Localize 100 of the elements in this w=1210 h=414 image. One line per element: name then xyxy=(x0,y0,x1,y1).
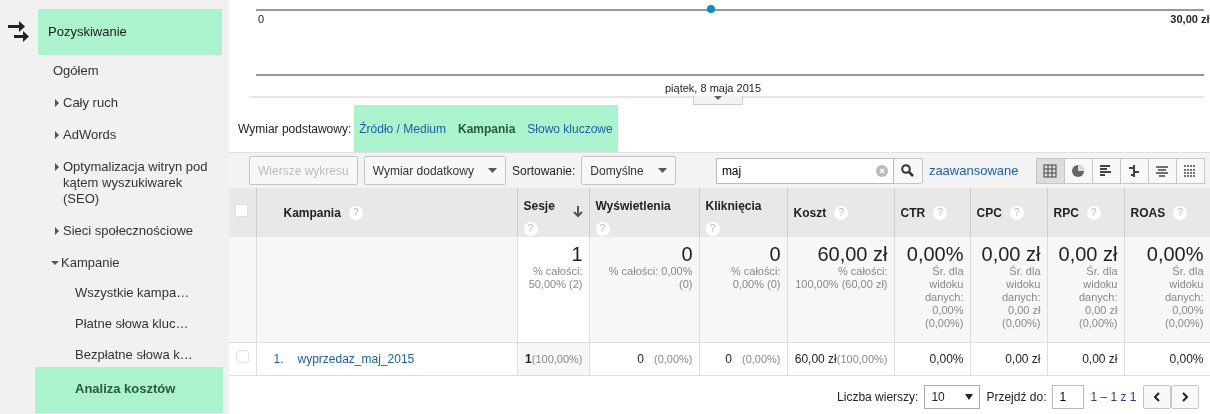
column-header-cell[interactable]: CTR ? xyxy=(894,188,970,237)
sidebar-item[interactable]: Ogółem xyxy=(0,63,229,79)
row-checkbox[interactable] xyxy=(235,349,249,363)
column-header-cell[interactable]: Kampania ? xyxy=(256,188,517,237)
dimension-option[interactable]: Źródło / Medium xyxy=(359,119,446,138)
total-note: % całości: 0,00% (0) xyxy=(607,265,693,291)
rows-dropdown[interactable]: 10 xyxy=(924,384,981,409)
select-all-checkbox[interactable] xyxy=(235,203,248,217)
total-value: 0,00 zł xyxy=(980,243,1041,265)
total-note: % całości: 0,00% (0) xyxy=(729,265,781,291)
column-header-cell[interactable]: Sesje ? xyxy=(517,188,589,237)
sidebar-item[interactable]: Bezpłatne słowa k… xyxy=(35,347,223,363)
column-header: Kliknięcia xyxy=(705,199,762,213)
axis-label: 0 xyxy=(258,12,265,27)
goto-label: Przejdź do: xyxy=(986,388,1047,406)
total-value: 0 xyxy=(768,243,781,265)
pie-view-icon xyxy=(1071,163,1085,178)
total-note: Śr. dla widoku danych: 0,00 zł (0,00%) xyxy=(1000,265,1041,330)
total-note: Śr. dla widoku danych: 0,00% (0,00%) xyxy=(1163,265,1204,330)
total-note: % całości: 50,00% (2) xyxy=(527,265,583,291)
column-header: Koszt xyxy=(793,204,827,222)
table-cell: 0,00% xyxy=(929,351,964,366)
table-cell: 0,00% xyxy=(1169,351,1204,366)
sidebar-item[interactable]: Optymalizacja witryn pod kątem wyszukiwarek (SEO) xyxy=(0,159,229,207)
column-header-cell[interactable]: Wyświetlenia ? xyxy=(589,188,699,237)
range-text: 1 – 1 z 1 xyxy=(1090,388,1137,406)
table-cell: 60,00 zł xyxy=(794,351,837,366)
column-header: Kampania xyxy=(283,204,341,222)
view-button[interactable] xyxy=(1119,157,1149,184)
column-header-cell[interactable]: ROAS ? xyxy=(1124,188,1210,237)
search-button[interactable] xyxy=(892,157,923,184)
search-field[interactable]: maj xyxy=(715,157,894,184)
column-header: CPC xyxy=(976,204,1002,222)
caret-down-icon xyxy=(657,168,667,173)
column-header: ROAS xyxy=(1130,204,1166,222)
column-header-cell[interactable]: CPC ? xyxy=(970,188,1047,237)
sidebar-item[interactable]: Kampanie xyxy=(0,255,229,271)
caret-right-icon xyxy=(53,99,61,107)
table-view-icon xyxy=(1043,163,1057,178)
total-value: 0,00% xyxy=(1145,243,1204,265)
total-value: 0,00 zł xyxy=(1057,243,1118,265)
table-cell: 0 xyxy=(725,351,732,366)
share-value: (0,00%) xyxy=(653,352,693,365)
acquisition-icon xyxy=(7,20,31,44)
previous-button[interactable] xyxy=(1142,384,1171,409)
sidebar-item[interactable]: AdWords xyxy=(0,127,229,143)
table-cell: 0,00 zł xyxy=(1082,351,1118,366)
advanced-link[interactable]: zaawansowane xyxy=(928,160,1019,181)
goto-input[interactable]: 1 xyxy=(1052,384,1085,409)
search-icon xyxy=(901,164,915,177)
section-header[interactable]: Pozyskiwanie xyxy=(38,9,222,55)
column-header-cell[interactable]: Kliknięcia ? xyxy=(699,188,787,237)
date-label: piątek, 8 maja 2015 xyxy=(665,81,761,96)
view-button[interactable] xyxy=(1063,157,1093,184)
sidebar-item[interactable]: Płatne słowa kluc… xyxy=(35,316,223,332)
total-value: 0 xyxy=(680,243,693,265)
dimension-option[interactable]: Słowo kluczowe xyxy=(527,119,613,138)
dimension-option[interactable]: Kampania xyxy=(457,119,516,138)
caret-down-icon xyxy=(51,259,59,267)
rows-label: Liczba wierszy: xyxy=(837,388,919,406)
view-button[interactable] xyxy=(1091,157,1121,184)
table-cell: 1 xyxy=(525,351,532,366)
caret-down-icon xyxy=(714,96,722,101)
caret-right-icon xyxy=(53,131,61,139)
caret-down-icon xyxy=(965,393,974,400)
campaign-link[interactable]: wyprzedaz_maj_2015 xyxy=(297,351,415,366)
total-note: % całości: 100,00% (60,00 zł) xyxy=(794,265,888,291)
caret-right-icon xyxy=(53,163,61,171)
column-header: CTR xyxy=(900,204,926,222)
caret-down-icon xyxy=(487,168,497,173)
previous-icon xyxy=(1153,391,1160,402)
row-number: 1. xyxy=(273,351,284,366)
total-value: 1 xyxy=(570,243,583,265)
share-value: (100,00%) xyxy=(531,352,583,365)
chart-toggle-button[interactable] xyxy=(693,96,743,105)
axis-label: 30,00 zł xyxy=(1170,12,1210,27)
sidebar-item[interactable]: Wszystkie kampa… xyxy=(35,285,223,301)
view-button[interactable] xyxy=(1147,157,1177,184)
dimension-label: Wymiar podstawowy: xyxy=(238,120,352,138)
comparison-view-icon xyxy=(1127,163,1141,178)
share-value: (0,00%) xyxy=(741,352,781,365)
next-button[interactable] xyxy=(1170,384,1199,409)
total-value: 60,00 zł xyxy=(816,243,888,265)
column-header-cell[interactable]: Koszt ? xyxy=(787,188,894,237)
total-value: 0,00% xyxy=(905,243,964,265)
column-header-cell[interactable]: RPC ? xyxy=(1047,188,1124,237)
secondary-dimension-dropdown[interactable]: Wymiar dodatkowy xyxy=(363,156,506,185)
table-cell: 0 xyxy=(637,351,644,366)
sidebar-item[interactable]: Cały ruch xyxy=(0,95,229,111)
view-button[interactable] xyxy=(1175,157,1205,184)
total-note: Śr. dla widoku danych: 0,00 zł (0,00%) xyxy=(1077,265,1118,330)
sidebar-item[interactable]: Analiza kosztów xyxy=(35,367,223,413)
column-header: RPC xyxy=(1053,204,1079,222)
sidebar-item[interactable]: Sieci społecznościowe xyxy=(0,223,229,239)
next-icon xyxy=(1181,391,1188,402)
sort-arrow-icon xyxy=(572,206,583,218)
view-button[interactable] xyxy=(1035,157,1065,184)
pivot-view-icon xyxy=(1183,163,1197,178)
sort-dropdown[interactable]: Domyślne xyxy=(581,156,676,185)
total-note: Śr. dla widoku danych: 0,00% (0,00%) xyxy=(923,265,964,330)
